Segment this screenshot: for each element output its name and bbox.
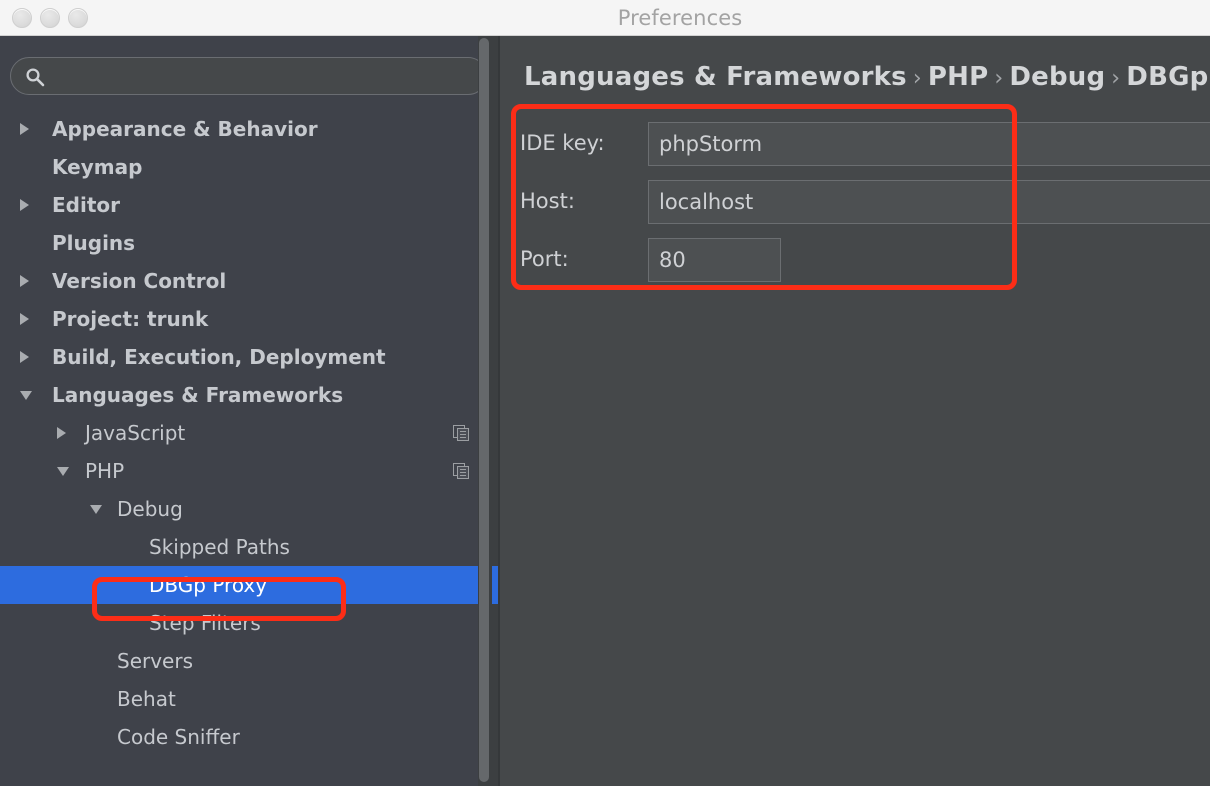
sidebar-item-label: DBGp Proxy <box>149 573 268 597</box>
sidebar-item-code-sniffer[interactable]: Code Sniffer <box>0 718 478 756</box>
chevron-right-icon[interactable] <box>20 313 29 325</box>
sidebar-item-languages-frameworks[interactable]: Languages & Frameworks <box>0 376 478 414</box>
preferences-window: Preferences Appearance & Behavior Keymap E… <box>0 0 1210 786</box>
copy-scope-icon <box>453 425 469 441</box>
sidebar-item-label: JavaScript <box>85 421 186 445</box>
chevron-right-icon[interactable] <box>20 275 29 287</box>
breadcrumb-separator: › <box>912 66 922 91</box>
settings-panel: Languages & Frameworks›PHP›Debug›DBGp Pr… <box>500 36 1210 786</box>
sidebar-item-step-filters[interactable]: Step Filters <box>0 604 478 642</box>
field-label: Port: <box>520 247 569 271</box>
sidebar-item-label: Keymap <box>52 155 143 179</box>
breadcrumb-part: DBGp Pr <box>1126 62 1210 92</box>
chevron-right-icon[interactable] <box>20 351 29 363</box>
sidebar-item-label: Servers <box>117 649 194 673</box>
breadcrumb-part: Languages & Frameworks <box>524 62 907 92</box>
port-input[interactable] <box>648 238 781 282</box>
sidebar-item-label: PHP <box>85 459 125 483</box>
sidebar-item-plugins[interactable]: Plugins <box>0 224 478 262</box>
breadcrumb-separator: › <box>994 66 1004 91</box>
sidebar-item-debug[interactable]: Debug <box>0 490 478 528</box>
chevron-right-icon[interactable] <box>20 199 29 211</box>
dbgp-proxy-form: IDE key: Host: Port: <box>500 116 1210 290</box>
search-field[interactable] <box>10 57 478 95</box>
sidebar-item-label: Code Sniffer <box>117 725 240 749</box>
window-body: Appearance & Behavior Keymap Editor Plugins… <box>0 36 1210 786</box>
settings-tree: Appearance & Behavior Keymap Editor Plugins… <box>0 110 478 756</box>
sidebar-item-behat[interactable]: Behat <box>0 680 478 718</box>
sidebar-item-label: Build, Execution, Deployment <box>52 345 386 369</box>
sidebar-item-label: Step Filters <box>149 611 261 635</box>
sidebar-item-editor[interactable]: Editor <box>0 186 478 224</box>
field-label: IDE key: <box>520 131 605 155</box>
breadcrumb-part: PHP <box>927 62 989 92</box>
field-label: Host: <box>520 189 575 213</box>
sidebar-item-appearance-behavior[interactable]: Appearance & Behavior <box>0 110 478 148</box>
chevron-down-icon[interactable] <box>57 467 69 476</box>
sidebar-scrollbar-thumb[interactable] <box>479 38 489 782</box>
sidebar-item-label: Languages & Frameworks <box>52 383 344 407</box>
sidebar-item-javascript[interactable]: JavaScript <box>0 414 478 452</box>
sidebar-item-project-trunk[interactable]: Project: trunk <box>0 300 478 338</box>
chevron-down-icon[interactable] <box>90 505 102 514</box>
form-row: Port: <box>500 232 1210 290</box>
search-input[interactable] <box>53 66 472 86</box>
sidebar-item-label: Skipped Paths <box>149 535 290 559</box>
sidebar-item-label: Behat <box>117 687 176 711</box>
window-title: Preferences <box>617 6 743 30</box>
form-row: IDE key: <box>500 116 1210 174</box>
search-icon <box>26 68 45 87</box>
search-field-wrapper <box>10 57 478 95</box>
chevron-down-icon[interactable] <box>20 391 32 400</box>
chevron-right-icon[interactable] <box>57 427 66 439</box>
settings-sidebar: Appearance & Behavior Keymap Editor Plugins… <box>0 36 478 786</box>
sidebar-item-label: Project: trunk <box>52 307 209 331</box>
sidebar-item-dbgp-proxy[interactable]: DBGp Proxy <box>0 566 478 604</box>
breadcrumb: Languages & Frameworks›PHP›Debug›DBGp Pr <box>524 62 1210 92</box>
sidebar-item-label: Editor <box>52 193 120 217</box>
title-bar: Preferences <box>0 0 1210 36</box>
form-row: Host: <box>500 174 1210 232</box>
host-input[interactable] <box>648 180 1210 224</box>
breadcrumb-part: Debug <box>1009 62 1106 92</box>
sidebar-item-keymap[interactable]: Keymap <box>0 148 478 186</box>
sidebar-item-servers[interactable]: Servers <box>0 642 478 680</box>
sidebar-item-version-control[interactable]: Version Control <box>0 262 478 300</box>
sidebar-item-php[interactable]: PHP <box>0 452 478 490</box>
breadcrumb-separator: › <box>1111 66 1121 91</box>
sidebar-item-build-execution-deployment[interactable]: Build, Execution, Deployment <box>0 338 478 376</box>
ide-key-input[interactable] <box>648 122 1210 166</box>
sidebar-item-label: Appearance & Behavior <box>52 117 318 141</box>
sidebar-item-label: Debug <box>117 497 183 521</box>
sidebar-item-label: Version Control <box>52 269 227 293</box>
copy-scope-icon <box>453 463 469 479</box>
chevron-right-icon[interactable] <box>20 123 29 135</box>
sidebar-item-label: Plugins <box>52 231 136 255</box>
sidebar-item-skipped-paths[interactable]: Skipped Paths <box>0 528 478 566</box>
